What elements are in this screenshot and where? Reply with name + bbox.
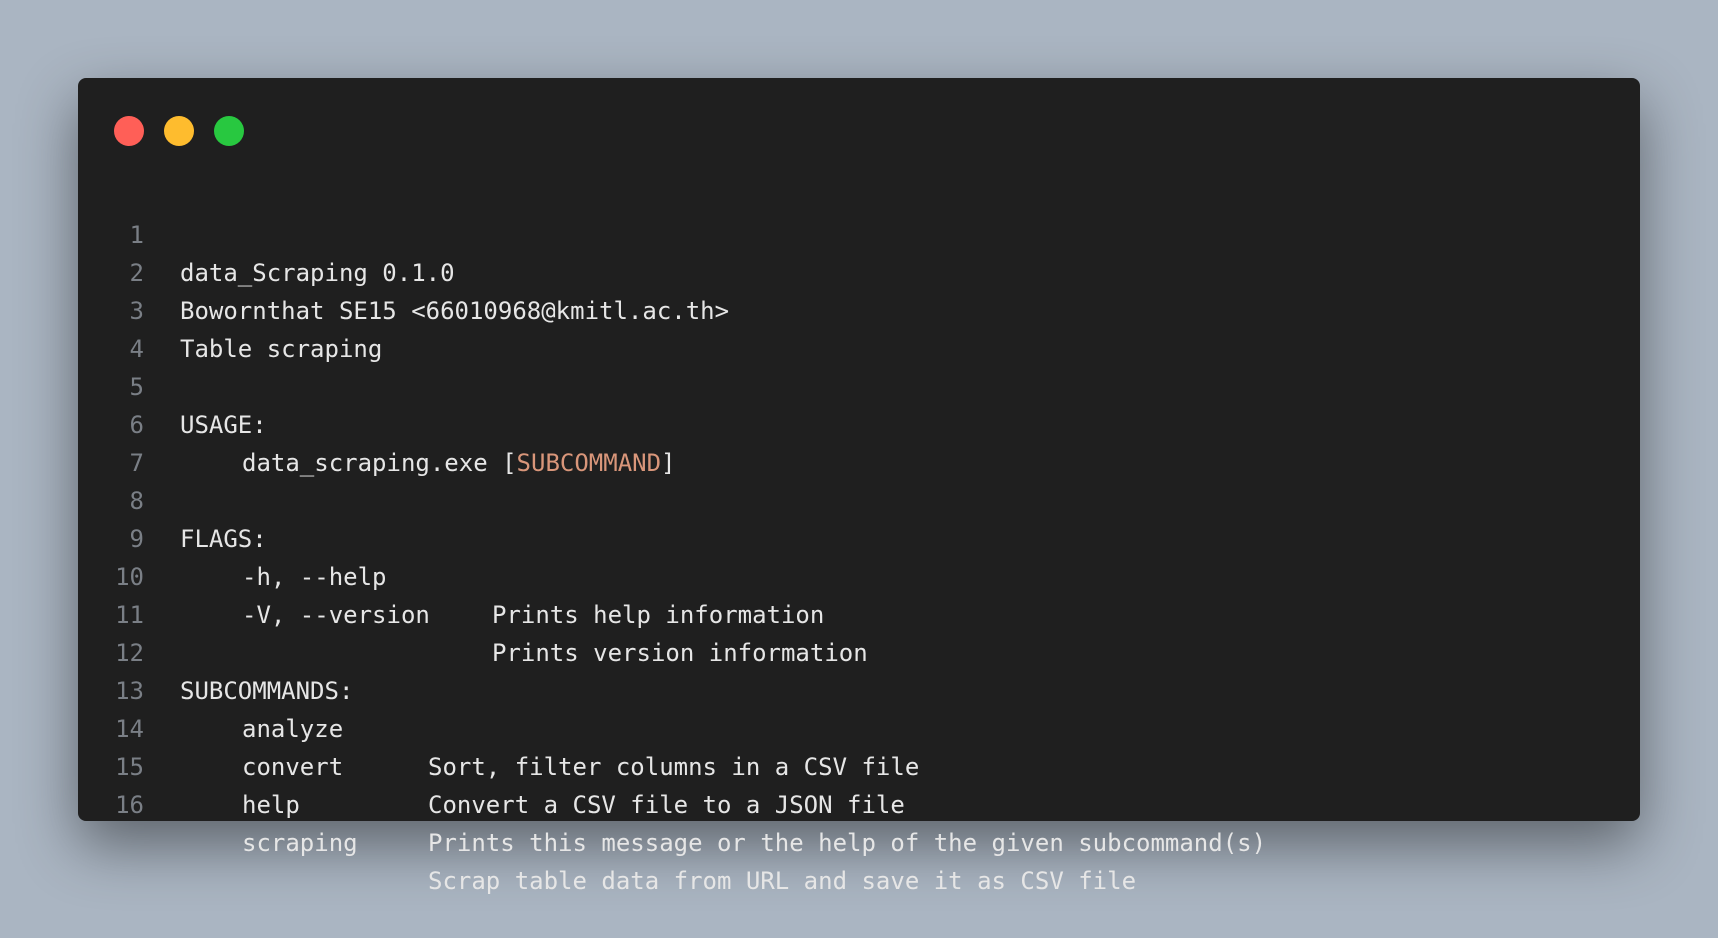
- subcommand-name: scraping: [242, 829, 358, 857]
- code-line: 10 -V, --version Prints version informat…: [78, 520, 1640, 667]
- maximize-window-dot[interactable]: [214, 116, 244, 146]
- code-line: 15 help Prints this message or the help …: [78, 710, 1640, 857]
- code-line: 16 scraping Scrap table data from URL an…: [78, 748, 1640, 895]
- code-line: 14 convert Convert a CSV file to a JSON …: [78, 672, 1640, 819]
- subcommand-description: Convert a CSV file to a JSON file: [428, 791, 905, 819]
- code-line: 2 Bowornthat SE15 <66010968@kmitl.ac.th>: [78, 216, 1640, 325]
- code-line: 7: [78, 406, 1640, 477]
- minimize-window-dot[interactable]: [164, 116, 194, 146]
- code-line: 6 data_scraping.exe [SUBCOMMAND]: [78, 368, 1640, 477]
- code-line: 5 USAGE:: [78, 330, 1640, 439]
- subcommand-description: Scrap table data from URL and save it as…: [428, 867, 1137, 895]
- code-line: 12 SUBCOMMANDS:: [78, 596, 1640, 705]
- code-line: 11: [78, 558, 1640, 629]
- subcommand-name: help: [242, 791, 300, 819]
- code-line: 4: [78, 292, 1640, 363]
- code-line: 8 FLAGS:: [78, 444, 1640, 553]
- line-number: 16: [115, 791, 144, 819]
- terminal-window: 1 data_Scraping 0.1.0 2 Bowornthat SE15 …: [78, 78, 1640, 895]
- code-block: 1 data_Scraping 0.1.0 2 Bowornthat SE15 …: [78, 178, 1640, 895]
- close-window-dot[interactable]: [114, 116, 144, 146]
- code-line: 9 -h, --help Prints help information: [78, 482, 1640, 629]
- code-line: 1 data_Scraping 0.1.0: [78, 178, 1640, 287]
- subcommand-description: Prints this message or the help of the g…: [428, 829, 1267, 857]
- code-line: 13 analyze Sort, filter columns in a CSV…: [78, 634, 1640, 781]
- code-line: 3 Table scraping: [78, 254, 1640, 363]
